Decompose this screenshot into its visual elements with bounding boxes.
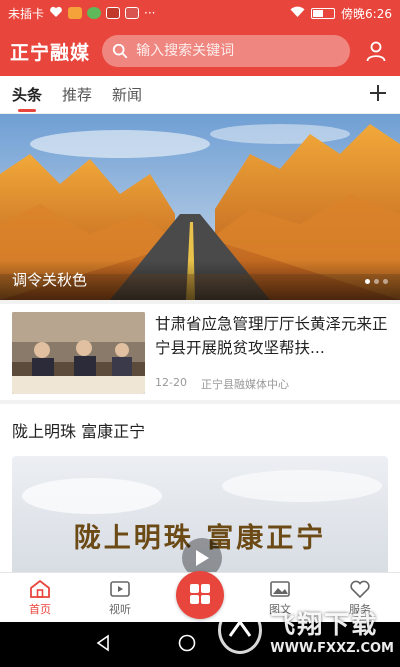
center-menu-button[interactable] (176, 570, 224, 619)
nav-video[interactable]: 视听 (80, 573, 160, 622)
carousel-dot (365, 279, 370, 284)
nav-video-label: 视听 (109, 602, 131, 616)
news-date: 12-20 (155, 376, 187, 389)
news-title: 甘肃省应急管理厅厅长黄泽元来正宁县开展脱贫攻坚帮扶... (155, 315, 388, 357)
wifi-icon (290, 6, 305, 21)
user-profile-button[interactable] (362, 37, 390, 65)
tab-news[interactable]: 新闻 (112, 76, 142, 114)
watermark-text: 飞翔下载 WWW.FXXZ.COM (270, 605, 394, 656)
grid-icon (190, 583, 210, 604)
nav-home[interactable]: 首页 (0, 573, 80, 622)
status-right: 傍晚6:26 (290, 5, 392, 22)
search-bar[interactable] (102, 35, 350, 67)
home-circle-icon (178, 634, 196, 651)
nav-home-label: 首页 (29, 602, 51, 616)
news-notification-icon (106, 7, 121, 19)
video-card[interactable]: 陇上明珠 富康正宁 (0, 450, 400, 572)
watermark-title: 飞翔下载 (270, 609, 379, 639)
news-source: 正宁县融媒体中心 (200, 378, 289, 391)
news-meta: 12-20 正宁县融媒体中心 (155, 376, 388, 392)
category-tabs: 头条 推荐 新闻 (0, 76, 400, 114)
back-triangle-icon (96, 633, 109, 652)
play-icon (196, 550, 209, 566)
home-icon (30, 579, 50, 598)
app2-notification-icon (125, 7, 140, 19)
carousel-dot (374, 279, 379, 284)
wechat-notification-icon (87, 7, 102, 19)
app-notification-icon (68, 7, 83, 19)
watermark-logo-icon (218, 606, 263, 654)
carousel-dot (383, 279, 388, 284)
user-icon (366, 41, 386, 62)
add-tab-button[interactable] (368, 82, 388, 108)
tab-headlines[interactable]: 头条 (12, 76, 42, 114)
home-system-button[interactable] (178, 634, 196, 656)
news-list-item[interactable]: 甘肃省应急管理厅厅长黄泽元来正宁县开展脱贫攻坚帮扶... 12-20 正宁县融媒… (0, 304, 400, 400)
video-thumbnail: 陇上明珠 富康正宁 (12, 456, 388, 572)
video-icon (110, 580, 130, 597)
battery-icon (311, 7, 336, 19)
section-title: 陇上明珠 富康正宁 (0, 404, 400, 450)
image-icon (270, 580, 290, 597)
heart-icon (350, 580, 370, 598)
banner-carousel[interactable]: 调令关秋色 (0, 114, 400, 300)
banner-caption: 调令关秋色 (0, 260, 400, 300)
tab-recommended[interactable]: 推荐 (62, 76, 92, 114)
status-bar: 未插卡 ··· 傍晚6:26 (0, 0, 400, 26)
app-header: 正宁融媒 (0, 26, 400, 76)
carrier-text: 未插卡 (8, 6, 45, 21)
site-watermark: 飞翔下载 WWW.FXXZ.COM (218, 598, 394, 662)
play-button[interactable] (182, 538, 222, 572)
carousel-indicator (365, 279, 388, 284)
more-dots-icon: ··· (144, 6, 156, 20)
heart-status-icon (49, 6, 63, 21)
search-input[interactable] (136, 43, 340, 59)
plus-icon (370, 84, 386, 101)
news-thumbnail (12, 312, 145, 394)
watermark-url: WWW.FXXZ.COM (270, 640, 394, 656)
back-button[interactable] (94, 633, 112, 656)
app-logo: 正宁融媒 (10, 41, 91, 64)
status-left: 未插卡 ··· (8, 5, 155, 22)
status-time: 傍晚6:26 (341, 6, 392, 21)
search-icon (112, 43, 128, 59)
news-body: 甘肃省应急管理厅厅长黄泽元来正宁县开展脱贫攻坚帮扶... 12-20 正宁县融媒… (145, 312, 388, 392)
